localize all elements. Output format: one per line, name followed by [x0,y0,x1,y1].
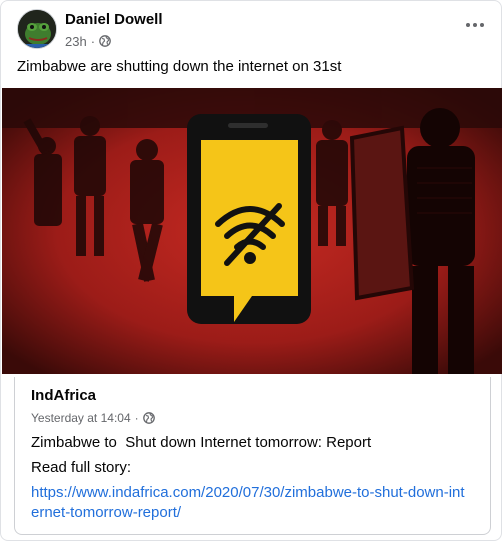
globe-icon[interactable] [142,412,155,424]
read-more-text: Read full story: [31,459,132,476]
shared-image[interactable] [2,88,502,374]
post-timestamp[interactable]: 23h [65,34,87,49]
avatar[interactable] [17,9,57,49]
author-name[interactable]: Daniel Dowell [65,11,163,28]
shared-timestamp[interactable]: Yesterday at 14:04 [31,411,131,425]
post-meta: 23h · [65,33,111,49]
article-link[interactable]: https://www.indafrica.com/2020/07/30/zim… [31,483,471,523]
shared-meta: Yesterday at 14:04 · [31,410,155,426]
post-header: Daniel Dowell 23h · [17,9,489,53]
globe-icon[interactable] [99,35,111,47]
shared-headline: Zimbabwe to Shut down Internet tomorrow:… [31,434,372,451]
avatar-image [18,10,56,48]
meta-separator: · [134,411,139,425]
more-options-icon[interactable] [461,15,489,35]
post-text: Zimbabwe are shutting down the internet … [17,58,342,75]
shared-author[interactable]: IndAfrica [31,387,96,404]
meta-separator: · [90,33,96,49]
post-card: Daniel Dowell 23h · Zimbabwe are shuttin… [0,0,502,541]
link-preview[interactable]: IndAfrica Yesterday at 14:04 · Zimbabwe … [14,377,491,535]
